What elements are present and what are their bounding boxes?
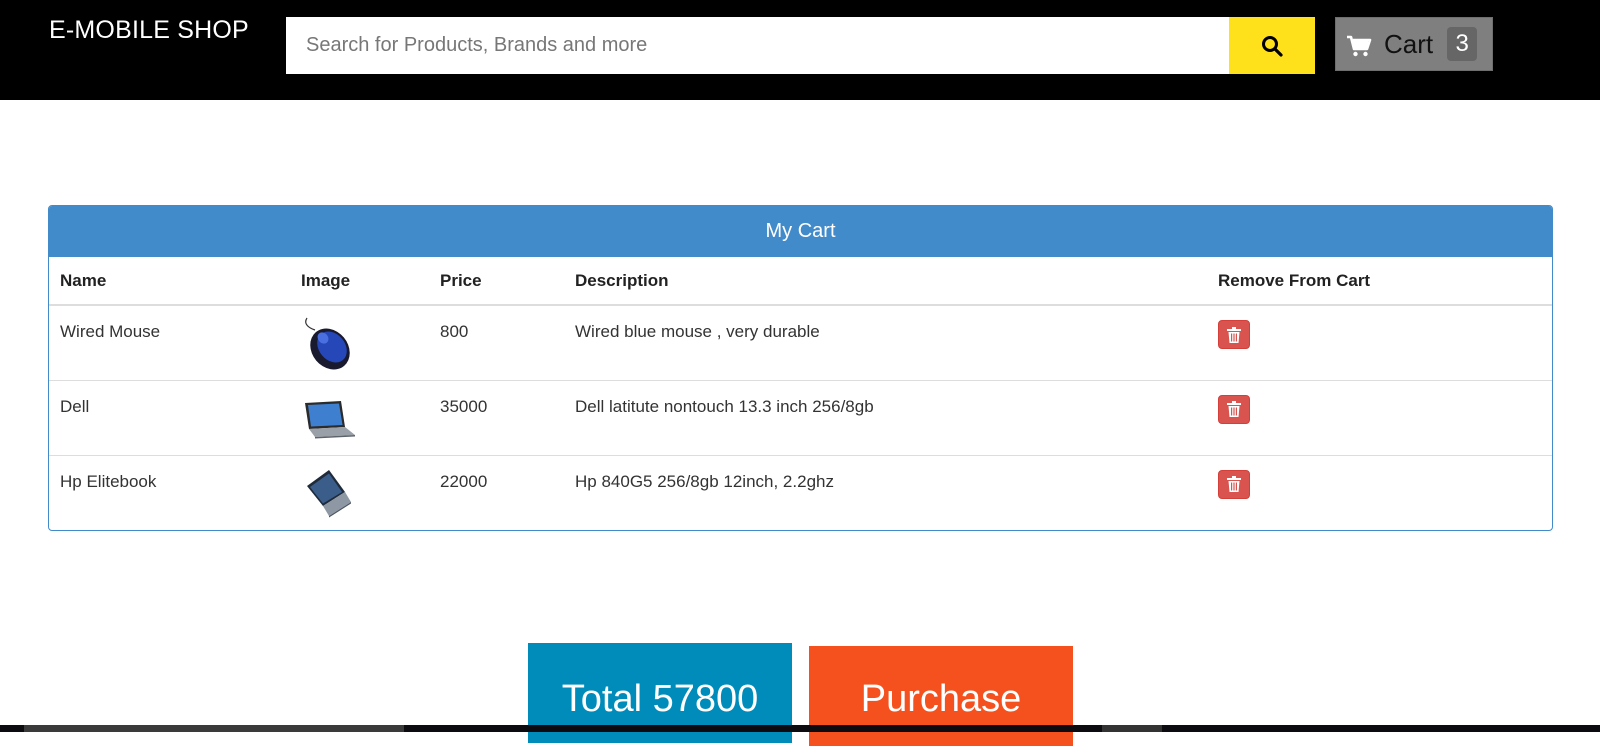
trash-icon [1227, 476, 1241, 492]
column-header-price: Price [429, 257, 564, 306]
scrollbar-thumb[interactable] [24, 725, 404, 732]
product-name: Dell [49, 379, 290, 455]
column-header-description: Description [564, 257, 1207, 306]
mouse-image [305, 317, 350, 370]
product-price: 22000 [429, 454, 564, 530]
remove-cell [1207, 454, 1552, 530]
brand-logo[interactable]: E-MOBILE SHOP [49, 16, 249, 45]
top-navbar: E-MOBILE SHOP Cart 3 [0, 0, 1600, 100]
panel-title: My Cart [49, 206, 1552, 257]
remove-cell [1207, 305, 1552, 380]
table-row: Hp Elitebook 22000 Hp 840G5 256/8gb 12in… [49, 454, 1552, 530]
cart-icon [1347, 35, 1372, 57]
product-image-cell [290, 379, 429, 455]
remove-from-cart-button[interactable] [1218, 394, 1250, 424]
table-row: Wired Mouse 800 Wired blue mouse , very … [49, 305, 1552, 380]
product-price: 800 [440, 322, 469, 341]
product-description: Wired blue mouse , very durable [575, 322, 820, 341]
remove-from-cart-button[interactable] [1218, 320, 1250, 349]
column-header-remove: Remove From Cart [1207, 257, 1552, 306]
search-icon [1262, 35, 1283, 57]
search-input[interactable] [286, 17, 1230, 74]
laptop-image [307, 469, 351, 517]
search-button[interactable] [1229, 17, 1315, 74]
cart-label: Cart [1384, 28, 1434, 59]
product-name: Hp Elitebook [49, 454, 290, 530]
product-name: Wired Mouse [60, 322, 161, 341]
product-description: Dell latitute nontouch 13.3 inch 256/8gb [564, 379, 1207, 455]
column-header-name: Name [49, 257, 290, 306]
cart-count-badge: 3 [1447, 27, 1478, 61]
column-header-image: Image [290, 257, 429, 306]
remove-cell [1207, 379, 1552, 455]
product-price: 35000 [429, 379, 564, 455]
remove-from-cart-button[interactable] [1218, 469, 1250, 499]
laptop-image [305, 400, 355, 438]
cart-button[interactable]: Cart 3 [1335, 17, 1493, 71]
product-description: Hp 840G5 256/8gb 12inch, 2.2ghz [564, 454, 1207, 530]
product-image-cell [290, 305, 429, 380]
table-header-row: Name Image Price Description Remove From… [49, 257, 1552, 306]
trash-icon [1227, 326, 1241, 343]
table-row: Dell 35000 Dell latitute nontouch 13.3 i… [49, 379, 1552, 455]
scrollbar-marker [1102, 725, 1162, 732]
cart-panel: My Cart Name Image Price Description Rem… [48, 205, 1553, 531]
trash-icon [1227, 401, 1241, 417]
cart-table: Name Image Price Description Remove From… [49, 257, 1552, 530]
product-image-cell [290, 454, 429, 530]
